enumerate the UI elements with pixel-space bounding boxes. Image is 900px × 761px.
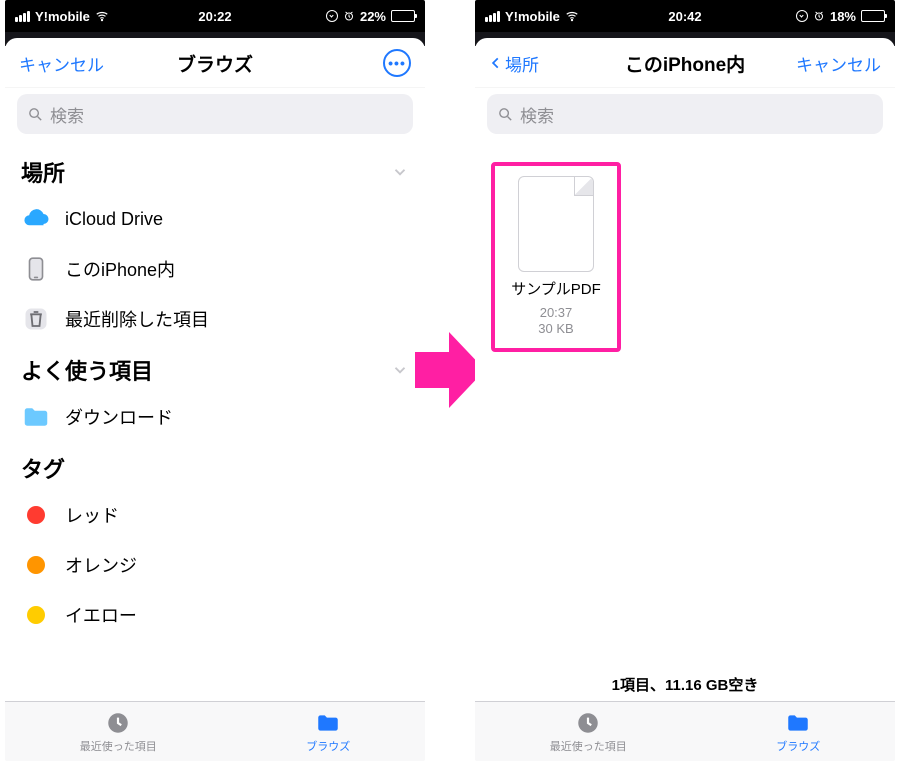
row-downloads[interactable]: ダウンロード bbox=[5, 392, 425, 442]
page-title: ブラウズ bbox=[177, 50, 253, 77]
alarm-icon bbox=[343, 10, 355, 22]
document-icon bbox=[518, 176, 594, 272]
carrier-label: Y!mobile bbox=[505, 9, 560, 24]
row-label: レッド bbox=[65, 502, 119, 528]
clock-icon bbox=[105, 710, 131, 736]
row-label: 最近削除した項目 bbox=[65, 306, 209, 332]
row-recently-deleted[interactable]: 最近削除した項目 bbox=[5, 294, 425, 344]
tab-label: 最近使った項目 bbox=[550, 738, 627, 754]
search-input[interactable]: 検索 bbox=[17, 94, 413, 134]
back-button[interactable]: 場所 bbox=[489, 51, 539, 76]
orientation-lock-icon bbox=[796, 10, 808, 22]
section-tags-label: タグ bbox=[21, 452, 65, 484]
alarm-icon bbox=[813, 10, 825, 22]
cloud-icon bbox=[21, 204, 51, 234]
search-icon bbox=[27, 106, 44, 123]
wifi-icon bbox=[95, 9, 109, 23]
row-label: このiPhone内 bbox=[65, 256, 175, 282]
battery-icon bbox=[391, 10, 415, 22]
search-input[interactable]: 検索 bbox=[487, 94, 883, 134]
iphone-icon bbox=[21, 254, 51, 284]
search-icon bbox=[497, 106, 514, 123]
battery-icon bbox=[861, 10, 885, 22]
row-label: iCloud Drive bbox=[65, 209, 163, 230]
phone-left: Y!mobile 20:22 22% キャンセル ブラウズ ••• 検索 bbox=[5, 0, 425, 761]
row-label: オレンジ bbox=[65, 552, 137, 578]
clock: 20:42 bbox=[668, 9, 701, 24]
row-label: イエロー bbox=[65, 602, 137, 628]
trash-icon bbox=[21, 304, 51, 334]
chevron-left-icon bbox=[489, 53, 503, 73]
status-bar: Y!mobile 20:42 18% bbox=[475, 0, 895, 32]
tag-dot-icon bbox=[27, 556, 45, 574]
section-locations-label: 場所 bbox=[21, 156, 65, 188]
more-button[interactable]: ••• bbox=[383, 49, 411, 77]
tab-bar: 最近使った項目 ブラウズ bbox=[5, 701, 425, 761]
chevron-down-icon bbox=[391, 361, 409, 379]
file-name: サンプルPDF bbox=[511, 278, 601, 299]
battery-pct: 18% bbox=[830, 9, 856, 24]
section-tags[interactable]: タグ bbox=[5, 442, 425, 490]
folder-icon bbox=[21, 402, 51, 432]
row-label: ダウンロード bbox=[65, 404, 173, 430]
back-label: 場所 bbox=[505, 51, 539, 76]
folder-icon bbox=[315, 710, 341, 736]
tab-browse[interactable]: ブラウズ bbox=[306, 710, 350, 754]
page-title: このiPhone内 bbox=[625, 50, 745, 77]
cancel-button[interactable]: キャンセル bbox=[19, 51, 104, 76]
tab-label: ブラウズ bbox=[306, 738, 350, 754]
clock: 20:22 bbox=[198, 9, 231, 24]
file-time: 20:37 bbox=[538, 305, 573, 321]
chevron-down-icon bbox=[391, 163, 409, 181]
row-icloud-drive[interactable]: iCloud Drive bbox=[5, 194, 425, 244]
file-size: 30 KB bbox=[538, 321, 573, 337]
tag-dot-icon bbox=[27, 606, 45, 624]
storage-summary: 1項目、11.16 GB空き bbox=[475, 664, 895, 701]
folder-icon bbox=[785, 710, 811, 736]
row-tag-yellow[interactable]: イエロー bbox=[5, 590, 425, 640]
search-placeholder: 検索 bbox=[50, 102, 84, 127]
battery-pct: 22% bbox=[360, 9, 386, 24]
browse-list: 場所 iCloud Drive このiPhone内 最近削除した項目 bbox=[5, 146, 425, 701]
signal-icon bbox=[485, 11, 500, 22]
section-locations[interactable]: 場所 bbox=[5, 146, 425, 194]
navigation-bar: キャンセル ブラウズ ••• bbox=[5, 38, 425, 88]
search-placeholder: 検索 bbox=[520, 102, 554, 127]
tab-bar: 最近使った項目 ブラウズ bbox=[475, 701, 895, 761]
section-favorites[interactable]: よく使う項目 bbox=[5, 344, 425, 392]
section-favorites-label: よく使う項目 bbox=[21, 354, 153, 386]
row-tag-orange[interactable]: オレンジ bbox=[5, 540, 425, 590]
cancel-button[interactable]: キャンセル bbox=[796, 51, 881, 76]
tab-label: 最近使った項目 bbox=[80, 738, 157, 754]
tab-recents[interactable]: 最近使った項目 bbox=[550, 710, 627, 754]
signal-icon bbox=[15, 11, 30, 22]
carrier-label: Y!mobile bbox=[35, 9, 90, 24]
orientation-lock-icon bbox=[326, 10, 338, 22]
wifi-icon bbox=[565, 9, 579, 23]
row-on-my-iphone[interactable]: このiPhone内 bbox=[5, 244, 425, 294]
navigation-bar: 場所 このiPhone内 キャンセル bbox=[475, 38, 895, 88]
phone-right: Y!mobile 20:42 18% 場所 このiPhone内 キャンセル bbox=[475, 0, 895, 761]
tab-browse[interactable]: ブラウズ bbox=[776, 710, 820, 754]
tab-recents[interactable]: 最近使った項目 bbox=[80, 710, 157, 754]
tag-dot-icon bbox=[27, 506, 45, 524]
file-grid: サンプルPDF 20:37 30 KB bbox=[475, 146, 895, 664]
file-item[interactable]: サンプルPDF 20:37 30 KB bbox=[491, 162, 621, 352]
clock-icon bbox=[575, 710, 601, 736]
tab-label: ブラウズ bbox=[776, 738, 820, 754]
row-tag-red[interactable]: レッド bbox=[5, 490, 425, 540]
status-bar: Y!mobile 20:22 22% bbox=[5, 0, 425, 32]
